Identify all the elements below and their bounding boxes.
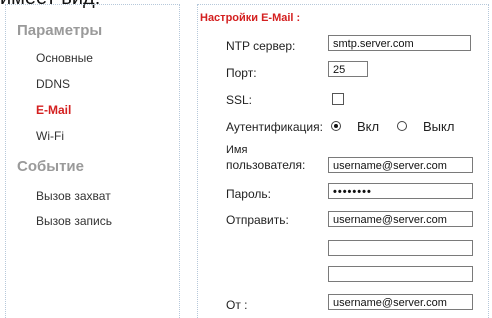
ntp-server-input[interactable]: smtp.server.com [328,35,471,51]
sidebar-item-ddns[interactable]: DDNS [36,77,70,91]
from-input[interactable]: username@server.com [328,294,473,310]
auth-label: Аутентификация: [226,120,323,134]
port-label: Порт: [226,66,257,80]
username-label-line2: пользователя: [226,158,306,172]
send-to-input-2[interactable] [328,240,473,256]
sidebar-item-general[interactable]: Основные [36,51,93,65]
send-to-input-1[interactable]: username@server.com [328,211,473,227]
auth-off-radio[interactable] [397,121,407,131]
port-input[interactable]: 25 [328,61,368,77]
from-label: От : [226,298,248,312]
email-settings-title: Настройки E-Mail : [200,12,301,24]
sidebar-item-wifi[interactable]: Wi-Fi [36,129,64,143]
send-to-label: Отправить: [226,213,289,227]
sidebar-item-email[interactable]: E-Mail [36,103,71,117]
sidebar-item-call-record[interactable]: Вызов запись [36,214,112,228]
auth-on-radio[interactable] [331,121,341,131]
sidebar-item-call-capture[interactable]: Вызов захват [36,189,111,203]
send-to-input-3[interactable] [328,266,473,282]
sidebar-section-params-title: Параметры [17,22,103,39]
ssl-label: SSL: [226,93,253,107]
username-input[interactable]: username@server.com [328,157,473,173]
password-input[interactable]: •••••••• [328,183,473,199]
ssl-checkbox[interactable] [332,93,344,105]
auth-off-label: Выкл [423,119,455,134]
ntp-server-label: NTP сервер: [226,39,296,53]
password-label: Пароль: [226,187,271,201]
sidebar-section-event-title: Событие [17,158,84,175]
username-label-line1: Имя [226,144,248,156]
auth-on-label: Вкл [357,119,380,134]
